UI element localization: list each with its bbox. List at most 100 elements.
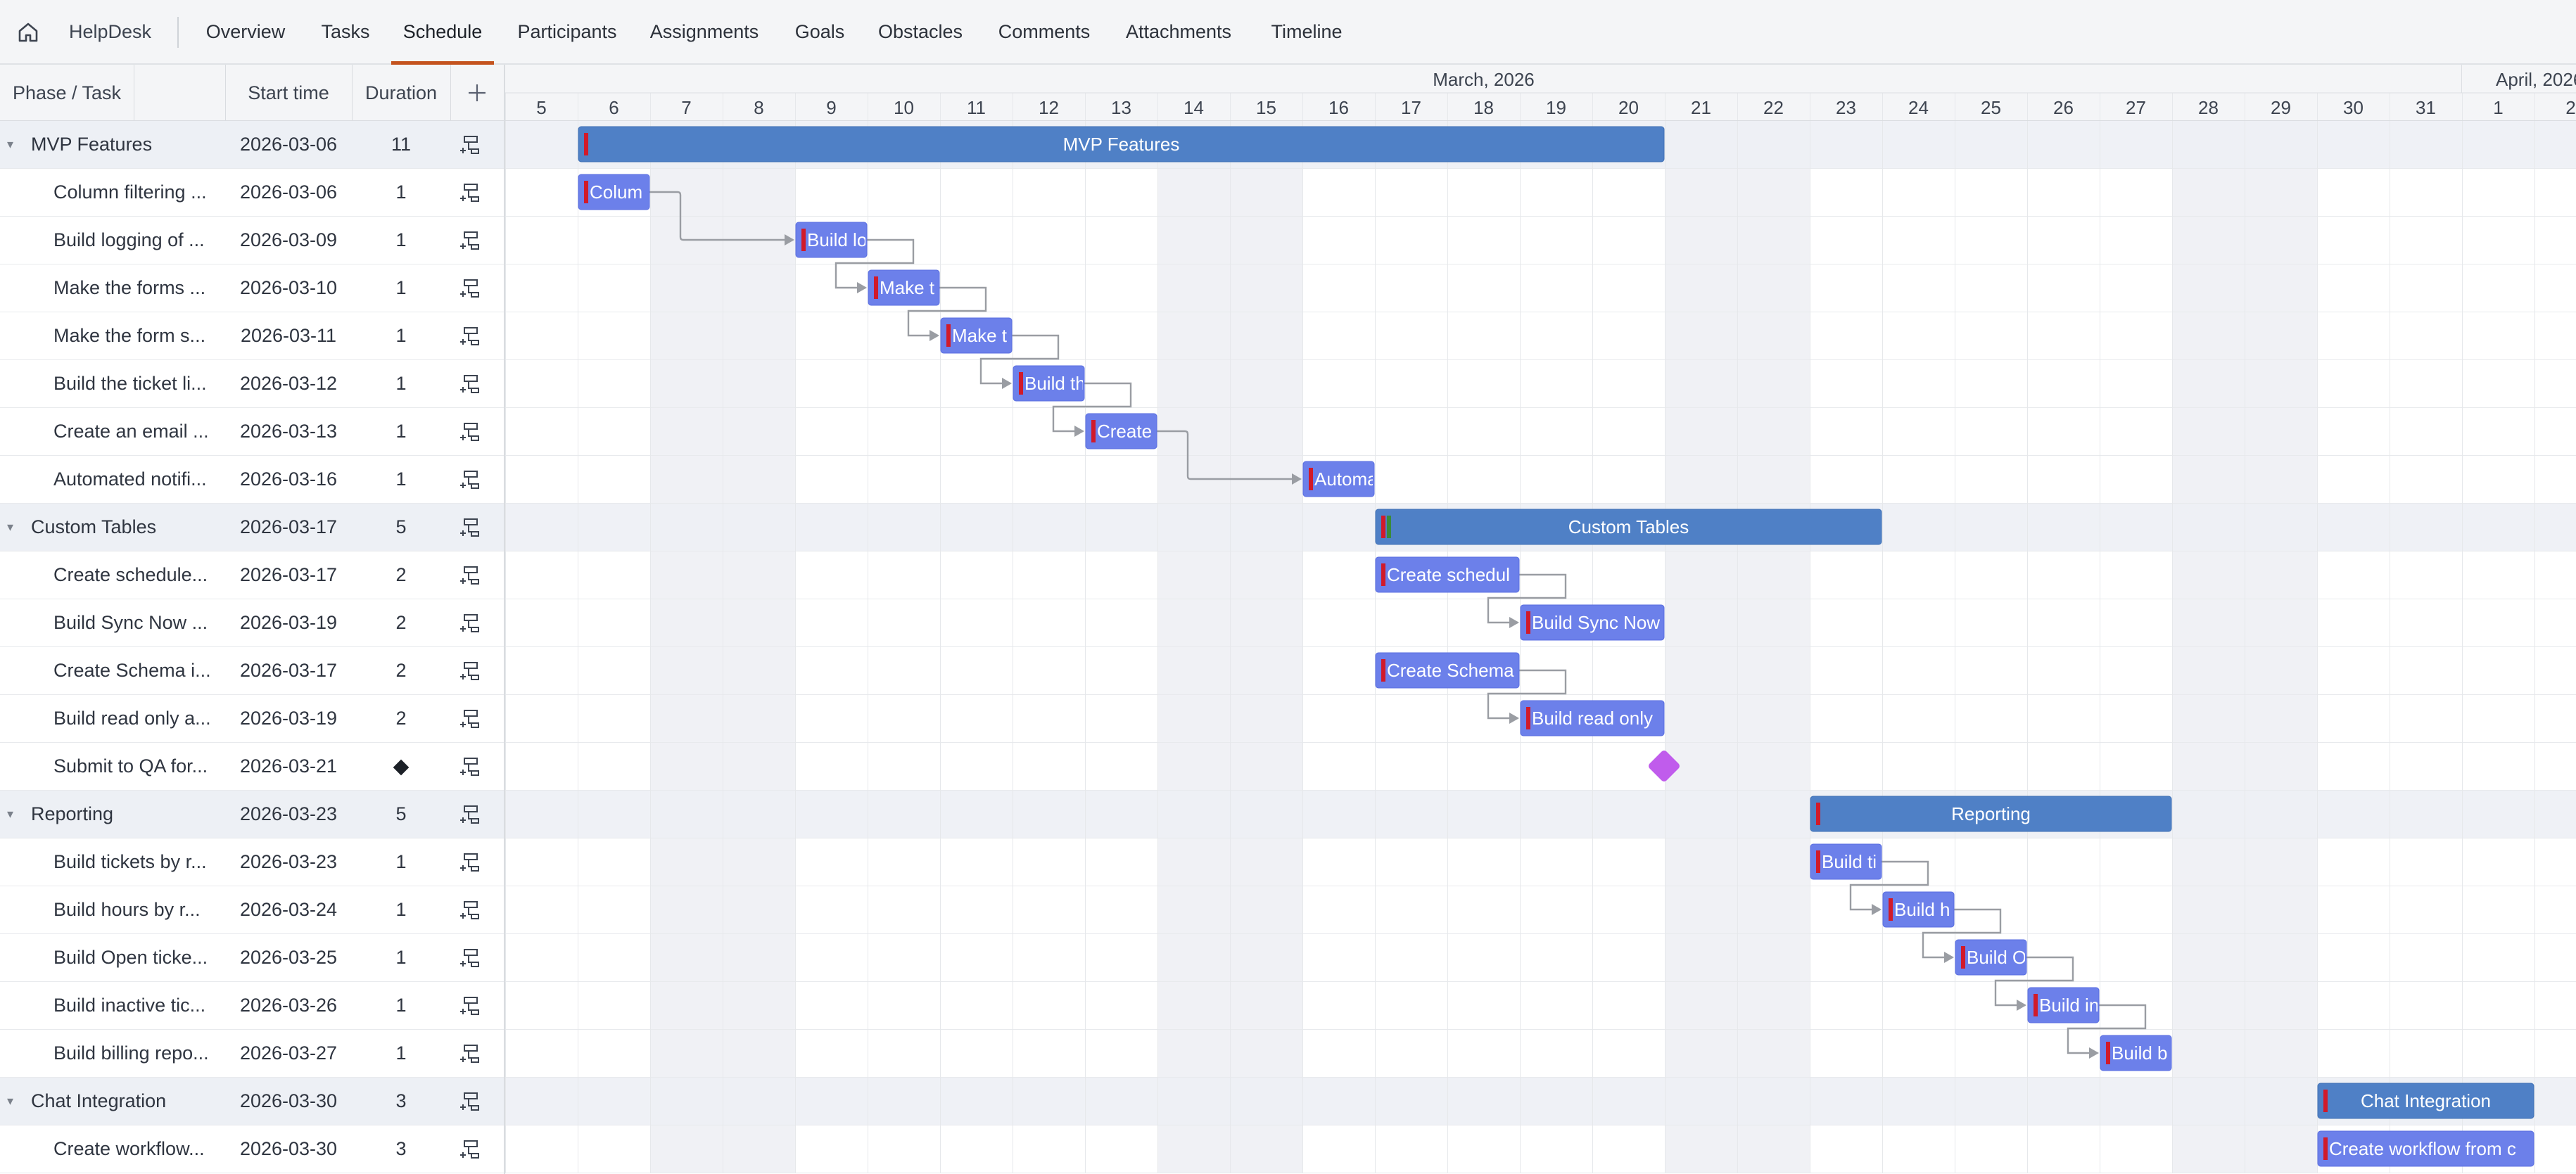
task-start[interactable]: 2026-03-11 [232,312,345,359]
task-name[interactable]: Reporting [31,791,242,838]
task-duration[interactable]: 1 [366,1030,436,1077]
add-subtask-icon[interactable] [456,274,484,302]
task-start[interactable]: 2026-03-09 [232,217,345,264]
task-bar[interactable]: Build in [2027,987,2100,1023]
task-name[interactable]: Chat Integration [31,1078,242,1125]
task-duration[interactable]: 1 [366,217,436,264]
task-start[interactable]: 2026-03-12 [232,360,345,407]
chevron-down-icon[interactable]: ▾ [7,121,13,168]
column-header-name[interactable]: Phase / Task [0,65,134,121]
add-subtask-icon[interactable] [456,1135,484,1163]
task-duration[interactable]: 1 [366,264,436,312]
task-duration[interactable]: 1 [366,456,436,503]
task-start[interactable]: 2026-03-24 [232,886,345,933]
task-start[interactable]: 2026-03-16 [232,456,345,503]
task-duration[interactable]: 2 [366,551,436,599]
task-row[interactable]: Build billing repo... 2026-03-27 1 [0,1030,504,1078]
task-row[interactable]: Build read only a... 2026-03-19 2 [0,695,504,743]
tab-comments[interactable]: Comments [992,0,1096,63]
column-header-duration[interactable]: Duration [352,65,450,121]
task-duration[interactable]: 11 [366,121,436,168]
task-row[interactable]: Make the forms ... 2026-03-10 1 [0,264,504,312]
add-subtask-icon[interactable] [456,705,484,733]
task-bar[interactable]: Create [1085,413,1157,449]
task-start[interactable]: 2026-03-19 [232,599,345,646]
task-duration[interactable]: 1 [366,838,436,886]
task-duration[interactable]: 1 [366,408,436,455]
phase-bar[interactable]: Reporting [1810,796,2172,832]
task-start[interactable]: 2026-03-30 [232,1125,345,1173]
task-start[interactable]: 2026-03-23 [232,838,345,886]
phase-row[interactable]: ▾ Reporting 2026-03-23 5 [0,791,504,838]
task-duration[interactable]: 2 [366,599,436,646]
task-row[interactable]: Build hours by r... 2026-03-24 1 [0,886,504,934]
task-row[interactable]: Build Open ticke... 2026-03-25 1 [0,934,504,982]
task-start[interactable]: 2026-03-25 [232,934,345,981]
tab-attachments[interactable]: Attachments [1120,0,1237,63]
tab-assignments[interactable]: Assignments [646,0,763,63]
home-icon[interactable] [14,18,42,46]
task-duration[interactable]: 1 [366,169,436,216]
task-duration[interactable]: 1 [366,360,436,407]
task-duration[interactable]: 2 [366,695,436,742]
task-start[interactable]: 2026-03-26 [232,982,345,1029]
add-subtask-icon[interactable] [456,418,484,446]
task-bar[interactable]: Create workflow from c [2317,1130,2534,1167]
task-start[interactable]: 2026-03-06 [232,169,345,216]
task-bar[interactable]: Build h [1882,891,1955,928]
phase-row[interactable]: ▾ Chat Integration 2026-03-30 3 [0,1078,504,1125]
task-bar[interactable]: Build b [2100,1035,2172,1071]
task-start[interactable]: 2026-03-17 [232,647,345,694]
task-row[interactable]: Create an email ... 2026-03-13 1 [0,408,504,456]
task-bar[interactable]: Build lo [795,222,868,258]
task-bar[interactable]: Create schedul [1375,556,1520,593]
add-subtask-icon[interactable] [456,800,484,829]
task-duration[interactable]: 3 [366,1125,436,1173]
task-start[interactable]: 2026-03-13 [232,408,345,455]
task-row[interactable]: Create schedule... 2026-03-17 2 [0,551,504,599]
task-row[interactable]: Automated notifi... 2026-03-16 1 [0,456,504,504]
add-subtask-icon[interactable] [456,992,484,1020]
add-subtask-icon[interactable] [456,322,484,350]
chevron-down-icon[interactable]: ▾ [7,791,13,838]
milestone-duration[interactable] [366,743,436,790]
task-duration[interactable]: 1 [366,934,436,981]
task-bar[interactable]: Colum [578,174,650,210]
task-row[interactable]: Build Sync Now ... 2026-03-19 2 [0,599,504,647]
chevron-down-icon[interactable]: ▾ [7,1078,13,1125]
task-duration[interactable]: 5 [366,791,436,838]
gantt-timeline[interactable]: March, 2026 April, 20265 6 7 8 9 10 11 12 13 14 15 1… [505,65,2576,1174]
add-subtask-icon[interactable] [456,561,484,589]
app-name[interactable]: HelpDesk [69,0,151,63]
task-duration[interactable]: 5 [366,504,436,551]
add-subtask-icon[interactable] [456,848,484,876]
task-start[interactable]: 2026-03-21 [232,743,345,790]
task-bar[interactable]: Make t [868,269,940,306]
phase-bar[interactable]: Chat Integration [2317,1083,2534,1119]
task-bar[interactable]: Build read only [1520,700,1665,736]
task-row[interactable]: Build the ticket li... 2026-03-12 1 [0,360,504,408]
tab-overview[interactable]: Overview [204,0,287,63]
add-subtask-icon[interactable] [456,896,484,924]
phase-row[interactable]: ▾ MVP Features 2026-03-06 11 [0,121,504,169]
task-start[interactable]: 2026-03-19 [232,695,345,742]
task-bar[interactable]: Create Schema [1375,652,1520,689]
add-subtask-icon[interactable] [456,609,484,637]
add-subtask-icon[interactable] [456,1040,484,1068]
task-row[interactable]: Create Schema i... 2026-03-17 2 [0,647,504,695]
add-subtask-icon[interactable] [456,513,484,542]
task-bar[interactable]: Build Sync Now [1520,604,1665,641]
task-name[interactable]: Custom Tables [31,504,242,551]
tab-obstacles[interactable]: Obstacles [873,0,968,63]
tab-tasks[interactable]: Tasks [314,0,377,63]
task-row[interactable]: Submit to QA for... 2026-03-21 [0,743,504,791]
task-start[interactable]: 2026-03-30 [232,1078,345,1125]
phase-bar[interactable]: MVP Features [578,126,1665,162]
task-duration[interactable]: 2 [366,647,436,694]
task-row[interactable]: Build logging of ... 2026-03-09 1 [0,217,504,264]
plus-icon[interactable] [464,80,490,106]
task-start[interactable]: 2026-03-06 [232,121,345,168]
task-row[interactable]: Build inactive tic... 2026-03-26 1 [0,982,504,1030]
task-duration[interactable]: 1 [366,312,436,359]
task-bar[interactable]: Automa [1302,461,1378,497]
